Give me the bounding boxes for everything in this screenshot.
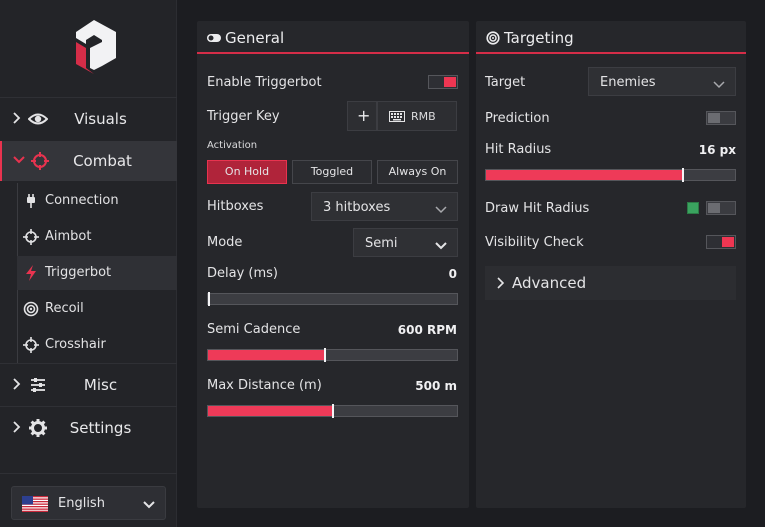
visibility-check-label: Visibility Check — [485, 235, 584, 250]
crosshair-icon — [23, 337, 39, 353]
toggle-knob — [708, 113, 720, 123]
chevron-down-icon — [435, 242, 447, 250]
sidebar-item-label: Recoil — [45, 301, 84, 316]
draw-hit-radius-label: Draw Hit Radius — [485, 201, 590, 216]
divider — [0, 473, 177, 474]
target-label: Target — [485, 75, 526, 90]
panel-title: General — [225, 29, 285, 47]
advanced-label: Advanced — [512, 274, 587, 292]
hit-radius-slider[interactable] — [485, 168, 736, 182]
target-icon — [23, 301, 39, 317]
toggle-knob — [708, 203, 720, 213]
lightning-icon — [26, 265, 36, 281]
semi-cadence-value: 600 RPM — [397, 323, 457, 337]
target-value: Enemies — [600, 75, 656, 90]
toggle-icon — [207, 34, 221, 42]
plug-icon — [27, 194, 35, 208]
delay-label: Delay (ms) — [207, 266, 278, 281]
sidebar-item-crosshair[interactable]: Crosshair — [17, 328, 177, 362]
nav-visuals[interactable]: Visuals — [0, 99, 177, 139]
target-icon — [486, 31, 500, 45]
slider-thumb[interactable] — [324, 348, 326, 362]
sidebar-item-label: Crosshair — [45, 337, 106, 352]
trigger-key-value: RMB — [411, 110, 436, 123]
mode-dropdown[interactable]: Semi — [353, 228, 458, 257]
general-panel: General Enable Triggerbot Trigger Key + … — [197, 21, 469, 508]
us-flag-icon — [22, 496, 48, 512]
divider — [0, 97, 177, 98]
toggle-knob — [722, 237, 734, 247]
activation-always-on-button[interactable]: Always On — [377, 160, 458, 184]
slider-thumb[interactable] — [208, 292, 210, 306]
sidebar-item-aimbot[interactable]: Aimbot — [17, 220, 177, 254]
sidebar-item-recoil[interactable]: Recoil — [17, 292, 177, 326]
max-distance-slider[interactable] — [207, 404, 458, 418]
language-label: English — [58, 496, 105, 511]
delay-slider[interactable] — [207, 292, 458, 306]
enable-triggerbot-toggle[interactable] — [428, 75, 458, 89]
hit-radius-label: Hit Radius — [485, 142, 552, 157]
nav-settings[interactable]: Settings — [0, 408, 177, 448]
advanced-section[interactable]: Advanced — [485, 266, 736, 300]
semi-cadence-label: Semi Cadence — [207, 322, 301, 337]
sidebar-item-triggerbot[interactable]: Triggerbot — [17, 256, 177, 290]
trigger-key-label: Trigger Key — [207, 109, 280, 124]
add-key-button[interactable]: + — [347, 101, 377, 131]
targeting-panel: Targeting Target Enemies Prediction Hit … — [476, 21, 746, 508]
app-logo — [76, 20, 116, 74]
slider-fill — [486, 170, 683, 180]
add-key-label: + — [357, 106, 371, 125]
nav-label: Misc — [83, 376, 118, 394]
panel-title: Targeting — [504, 29, 574, 47]
sidebar-item-label: Connection — [45, 193, 119, 208]
draw-hit-radius-toggle[interactable] — [706, 201, 736, 215]
nav-label: Combat — [73, 152, 132, 170]
max-distance-value: 500 m — [415, 379, 457, 393]
hitboxes-label: Hitboxes — [207, 199, 264, 214]
prediction-label: Prediction — [485, 111, 550, 126]
delay-value: 0 — [448, 267, 457, 281]
sidebar-item-connection[interactable]: Connection — [17, 184, 177, 218]
chevron-right-icon — [497, 277, 505, 289]
sidebar-item-label: Triggerbot — [45, 265, 112, 280]
target-dropdown[interactable]: Enemies — [588, 67, 736, 96]
nav-label: Visuals — [74, 110, 127, 128]
activation-on-hold-button[interactable]: On Hold — [207, 160, 287, 184]
mode-value: Semi — [365, 236, 398, 251]
slider-fill — [208, 350, 325, 360]
hitboxes-dropdown[interactable]: 3 hitboxes — [311, 192, 458, 221]
hit-radius-value: 16 px — [698, 143, 736, 157]
activation-label: Activation — [207, 140, 258, 151]
semi-cadence-slider[interactable] — [207, 348, 458, 362]
nav-misc[interactable]: Misc — [0, 365, 177, 405]
sidebar: Visuals Combat Connection Aimbot Trigger… — [0, 0, 177, 527]
visibility-check-toggle[interactable] — [706, 235, 736, 249]
toggle-knob — [444, 77, 456, 87]
trigger-key-field[interactable]: RMB — [377, 101, 457, 131]
hit-radius-color-swatch[interactable] — [687, 202, 699, 214]
language-select[interactable]: English — [11, 486, 166, 520]
mode-label: Mode — [207, 235, 243, 250]
chevron-down-icon — [435, 206, 447, 214]
max-distance-label: Max Distance (m) — [207, 378, 322, 393]
chevron-down-icon — [143, 501, 155, 509]
slider-thumb[interactable] — [682, 168, 684, 182]
keyboard-icon — [389, 111, 405, 122]
general-header: General — [197, 21, 469, 54]
prediction-toggle[interactable] — [706, 111, 736, 125]
sidebar-item-label: Aimbot — [45, 229, 92, 244]
slider-fill — [208, 406, 333, 416]
nav-label: Settings — [69, 419, 132, 437]
activation-toggled-button[interactable]: Toggled — [292, 160, 372, 184]
slider-thumb[interactable] — [332, 404, 334, 418]
hitboxes-value: 3 hitboxes — [323, 200, 391, 215]
targeting-header: Targeting — [476, 21, 746, 54]
chevron-down-icon — [713, 81, 725, 89]
crosshair-icon — [23, 229, 39, 245]
nav-combat[interactable]: Combat — [0, 141, 177, 181]
divider — [0, 406, 177, 407]
enable-triggerbot-label: Enable Triggerbot — [207, 75, 322, 90]
divider — [0, 363, 177, 364]
